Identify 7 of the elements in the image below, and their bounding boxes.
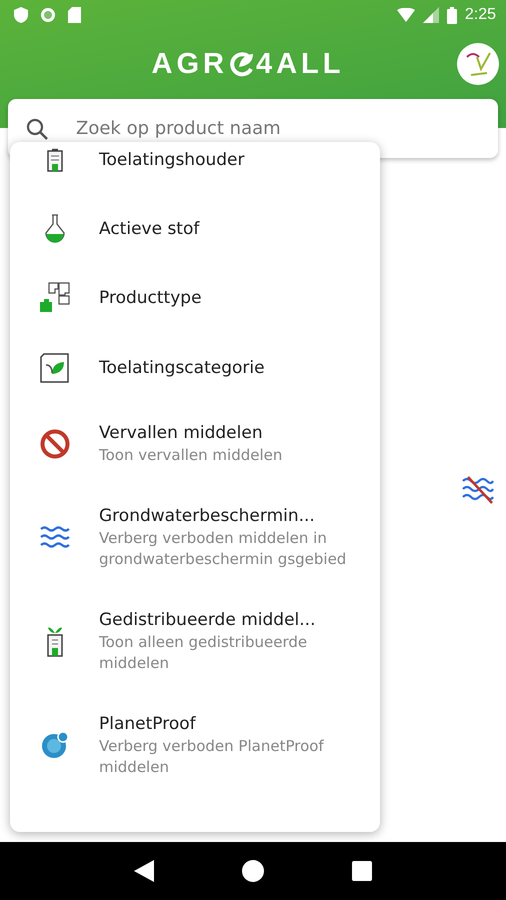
menu-item-description: Toon vervallen middelen xyxy=(99,445,284,466)
status-time: 2:25 xyxy=(464,6,496,24)
menu-item-description: Verberg verboden PlanetProof middelen xyxy=(99,736,325,778)
logo-text: 4ALL xyxy=(256,48,344,80)
menu-item-description: Toon alleen gedistribueerde middelen xyxy=(99,632,308,674)
logo-text: AGR xyxy=(152,48,228,80)
menu-item-description: Verberg verboden middelen in grondwaterbeschermin gsgebied xyxy=(99,528,348,570)
